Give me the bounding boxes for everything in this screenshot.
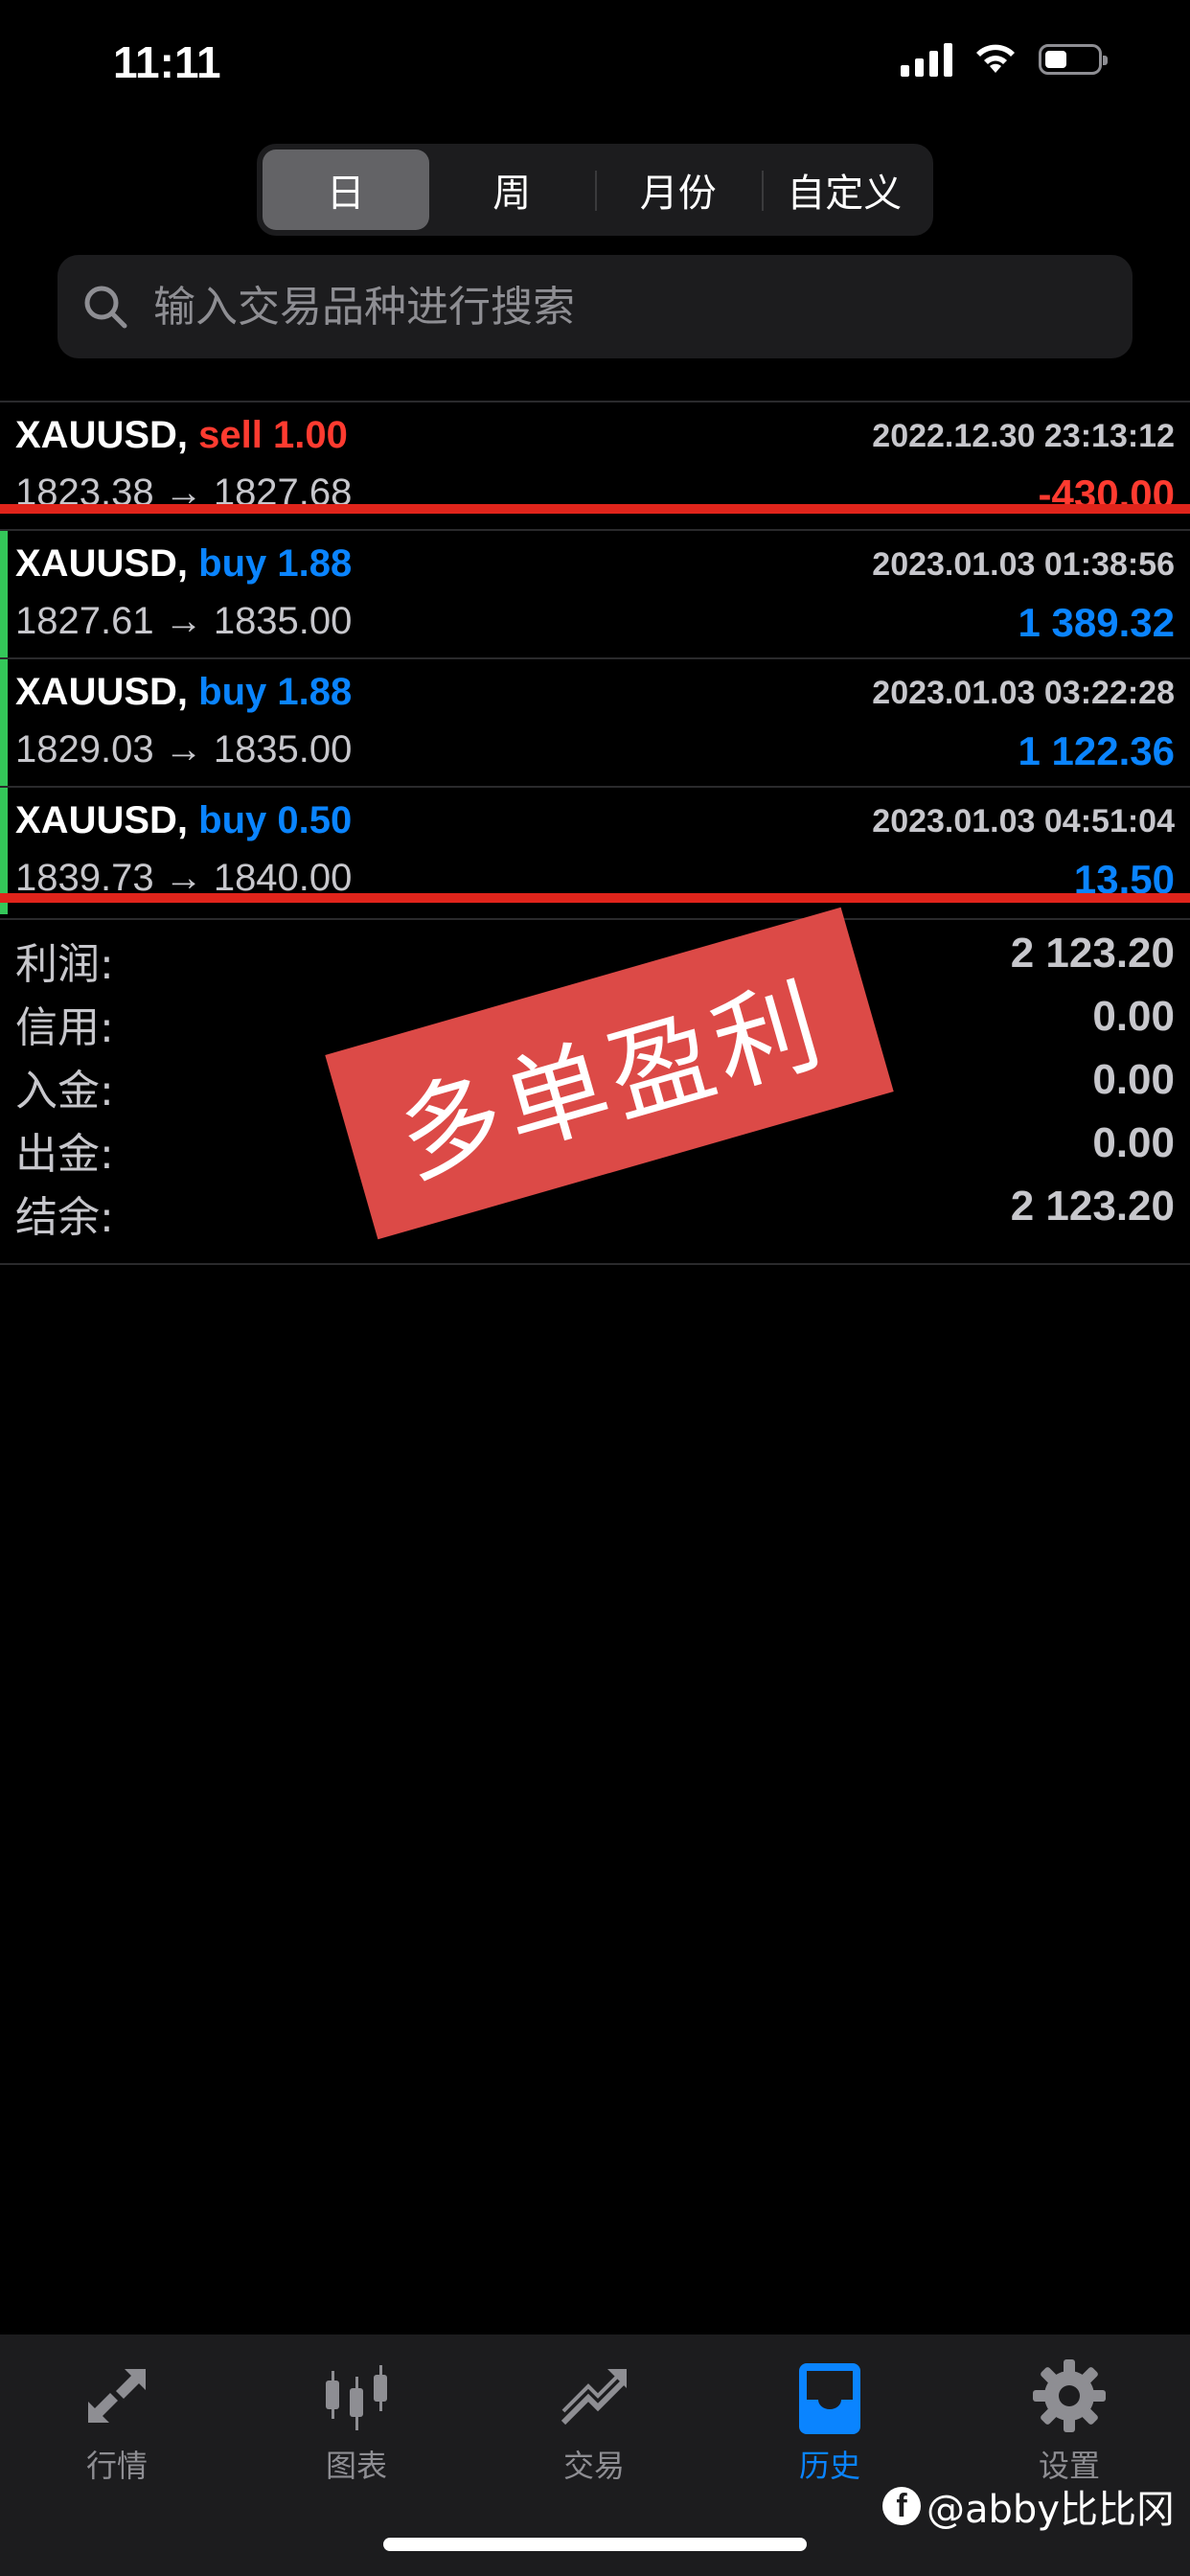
tab-trade[interactable]: 交易: [517, 2356, 671, 2486]
wifi-icon: [976, 44, 1015, 73]
watermark-text: @abby比比冈: [927, 2488, 1175, 2532]
trade-type: buy: [198, 542, 267, 585]
facebook-icon: f: [882, 2487, 922, 2525]
status-icons: [901, 42, 1108, 77]
trade-volume: 1.00: [273, 414, 348, 456]
trend-icon: [561, 2369, 627, 2426]
cellular-signal-icon: [901, 42, 952, 77]
trade-prices: 1829.03 → 1835.00: [15, 728, 353, 770]
annotation-line: [0, 893, 1190, 903]
trade-type: buy: [198, 671, 267, 713]
trade-symbol: XAUUSD,: [15, 414, 189, 456]
tab-label: 图表: [325, 2448, 387, 2484]
trade-profit: 1 389.32: [1018, 600, 1176, 645]
inbox-icon: [799, 2363, 860, 2434]
summary-value: 2 123.20: [1010, 1183, 1175, 1230]
summary-label: 结余:: [15, 1193, 114, 1242]
tab-label: 交易: [562, 2448, 625, 2484]
tab-history[interactable]: 历史: [753, 2356, 906, 2486]
trade-volume: 1.88: [277, 671, 353, 713]
trade-row[interactable]: XAUUSD, buy 1.88 2023.01.03 03:22:28 182…: [0, 657, 1190, 786]
trade-title: XAUUSD, buy 1.88: [15, 671, 352, 714]
search-icon: [84, 286, 127, 329]
candlestick-icon: [326, 2365, 387, 2430]
trade-time: 2023.01.03 03:22:28: [872, 675, 1175, 711]
status-bar: 11:11: [0, 0, 1190, 134]
trade-profit: 1 122.36: [1018, 728, 1176, 773]
trade-time: 2022.12.30 23:13:12: [872, 418, 1175, 454]
summary-value: 0.00: [1092, 1056, 1175, 1103]
summary-label: 利润:: [15, 940, 114, 989]
summary-value: 0.00: [1092, 993, 1175, 1040]
period-selector: 日 周 月份 自定义: [257, 144, 933, 236]
summary-label: 入金:: [15, 1067, 114, 1116]
tab-day[interactable]: 日: [263, 150, 429, 230]
trade-volume: 0.50: [277, 799, 353, 841]
trade-title: XAUUSD, sell 1.00: [15, 414, 348, 457]
trade-prices: 1827.61 → 1835.00: [15, 600, 353, 642]
tab-quotes[interactable]: 行情: [40, 2356, 194, 2486]
search-input[interactable]: [151, 281, 1075, 333]
trade-title: XAUUSD, buy 1.88: [15, 542, 352, 586]
gear-icon: [1033, 2359, 1106, 2432]
summary-label: 出金:: [15, 1130, 114, 1179]
tab-week[interactable]: 周: [429, 150, 596, 230]
trade-volume: 1.88: [277, 542, 353, 585]
summary-row-profit: 利润: 2 123.20: [0, 920, 1190, 989]
home-indicator: [383, 2538, 807, 2551]
trade-type: buy: [198, 799, 267, 841]
tab-settings[interactable]: 设置: [993, 2356, 1146, 2486]
tab-label: 行情: [85, 2448, 148, 2484]
watermark: f @abby比比冈: [882, 2478, 1175, 2534]
trade-history-list: XAUUSD, sell 1.00 2022.12.30 23:13:12 18…: [0, 401, 1190, 914]
trade-row[interactable]: XAUUSD, buy 1.88 2023.01.03 01:38:56 182…: [0, 529, 1190, 657]
trade-time: 2023.01.03 01:38:56: [872, 546, 1175, 583]
tab-month[interactable]: 月份: [595, 150, 762, 230]
tab-custom[interactable]: 自定义: [761, 150, 928, 230]
trade-type: sell: [198, 414, 263, 456]
summary-row-balance: 结余: 2 123.20: [0, 1173, 1190, 1242]
trade-title: XAUUSD, buy 0.50: [15, 799, 352, 842]
trade-symbol: XAUUSD,: [15, 671, 189, 713]
trade-symbol: XAUUSD,: [15, 799, 189, 841]
annotation-line: [0, 504, 1190, 514]
trade-time: 2023.01.03 04:51:04: [872, 803, 1175, 840]
battery-icon: [1039, 44, 1108, 75]
arrows-icon: [88, 2369, 146, 2423]
summary-value: 0.00: [1092, 1119, 1175, 1166]
tab-charts[interactable]: 图表: [280, 2356, 433, 2486]
trade-symbol: XAUUSD,: [15, 542, 189, 585]
summary-label: 信用:: [15, 1003, 114, 1052]
status-time: 11:11: [113, 37, 221, 87]
search-bar[interactable]: [57, 255, 1133, 358]
divider: [0, 1263, 1190, 1265]
summary-value: 2 123.20: [1010, 930, 1175, 977]
